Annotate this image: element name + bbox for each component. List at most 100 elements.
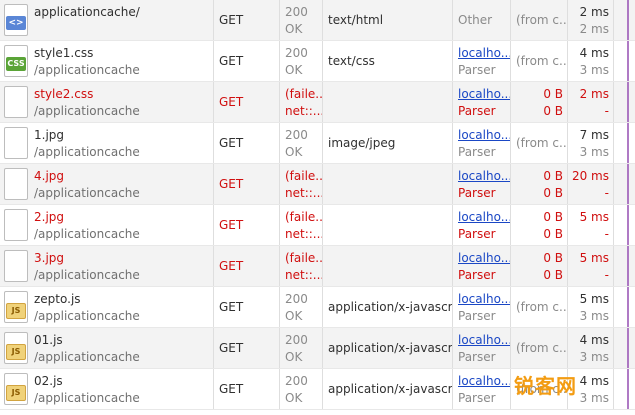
initiator-cell[interactable]: localho... Parser xyxy=(452,246,510,286)
html-file-icon: <> xyxy=(4,4,28,36)
request-row[interactable]: 4.jpg/applicationcache GET (faile...net::.… xyxy=(0,164,635,205)
request-name: applicationcache/ xyxy=(34,5,140,19)
name-cell[interactable]: CSS style1.css/applicationcache xyxy=(0,41,213,81)
request-row[interactable]: 3.jpg/applicationcache GET (faile...net::.… xyxy=(0,246,635,287)
timeline-marker xyxy=(627,0,629,40)
js-file-icon: JS xyxy=(4,332,28,364)
request-method: GET xyxy=(219,136,244,150)
method-cell: GET xyxy=(213,287,279,327)
network-request-table: <> applicationcache/GET 200 OK text/html Othe… xyxy=(0,0,635,410)
time-cell: 20 ms - xyxy=(567,164,613,204)
initiator-link[interactable]: localho... xyxy=(458,87,510,101)
status-text: net::... xyxy=(285,104,322,118)
status-text: OK xyxy=(285,350,303,364)
request-method: GET xyxy=(219,177,244,191)
time-total: 2 ms xyxy=(579,5,609,19)
type-cell xyxy=(322,164,452,204)
timeline-cell xyxy=(613,287,635,327)
initiator-link[interactable]: localho... xyxy=(458,333,510,347)
timeline-marker xyxy=(627,328,629,368)
request-method: GET xyxy=(219,341,244,355)
mime-type: image/jpeg xyxy=(328,136,396,150)
size-transferred: 0 B xyxy=(543,87,563,101)
status-cell: 200 OK xyxy=(279,41,322,81)
initiator-link[interactable]: localho... xyxy=(458,210,510,224)
initiator-cell[interactable]: localho... Parser xyxy=(452,123,510,163)
timeline-cell xyxy=(613,123,635,163)
name-cell[interactable]: 1.jpg/applicationcache xyxy=(0,123,213,163)
status-cell: (faile...net::... xyxy=(279,246,322,286)
size-cell: (from c... xyxy=(510,0,567,40)
name-cell[interactable]: JS zepto.js/applicationcache xyxy=(0,287,213,327)
blank-file-icon xyxy=(4,86,28,118)
initiator-link[interactable]: localho... xyxy=(458,169,510,183)
request-row[interactable]: JS 01.js/applicationcache GET 200 OK applicat… xyxy=(0,328,635,369)
type-cell: application/x-javascri... xyxy=(322,328,452,368)
request-path: /applicationcache xyxy=(34,186,140,200)
name-cell[interactable]: 2.jpg/applicationcache xyxy=(0,205,213,245)
status-code: 200 xyxy=(285,128,308,142)
initiator-cell[interactable]: localho... Parser xyxy=(452,328,510,368)
size-transferred: (from c... xyxy=(516,300,567,314)
initiator-type: Other xyxy=(458,13,493,27)
type-cell xyxy=(322,82,452,122)
size-cell: 0 B0 B xyxy=(510,82,567,122)
name-cell[interactable]: JS 02.js/applicationcache xyxy=(0,369,213,409)
initiator-link[interactable]: localho... xyxy=(458,251,510,265)
status-code: 200 xyxy=(285,333,308,347)
time-cell: 2 ms - xyxy=(567,82,613,122)
timeline-cell xyxy=(613,328,635,368)
mime-type: text/css xyxy=(328,54,375,68)
request-name: 2.jpg xyxy=(34,210,65,224)
time-latency: 3 ms xyxy=(579,350,609,364)
timeline-cell xyxy=(613,41,635,81)
size-content: 0 B xyxy=(543,268,563,282)
size-content: 0 B xyxy=(543,227,563,241)
name-cell[interactable]: 3.jpg/applicationcache xyxy=(0,246,213,286)
timeline-cell xyxy=(613,0,635,40)
initiator-type: Parser xyxy=(458,186,496,200)
name-cell[interactable]: style2.css/applicationcache xyxy=(0,82,213,122)
status-code: 200 xyxy=(285,46,308,60)
request-path: /applicationcache xyxy=(34,350,140,364)
time-latency: 3 ms xyxy=(579,63,609,77)
size-cell: 0 B0 B xyxy=(510,246,567,286)
request-row[interactable]: 2.jpg/applicationcache GET (faile...net::.… xyxy=(0,205,635,246)
initiator-link[interactable]: localho... xyxy=(458,128,510,142)
request-row[interactable]: <> applicationcache/GET 200 OK text/html Othe… xyxy=(0,0,635,41)
name-cell[interactable]: JS 01.js/applicationcache xyxy=(0,328,213,368)
initiator-link[interactable]: localho... xyxy=(458,374,510,388)
css-file-icon: CSS xyxy=(4,45,28,77)
initiator-cell[interactable]: localho... Parser xyxy=(452,164,510,204)
status-code: (faile... xyxy=(285,169,322,183)
request-path: /applicationcache xyxy=(34,309,140,323)
size-content: 0 B xyxy=(543,104,563,118)
request-row[interactable]: 1.jpg/applicationcache GET 200 OK image/jpeg… xyxy=(0,123,635,164)
method-cell: GET xyxy=(213,164,279,204)
blank-file-icon xyxy=(4,168,28,200)
initiator-cell[interactable]: localho... Parser xyxy=(452,205,510,245)
initiator-cell[interactable]: localho... Parser xyxy=(452,41,510,81)
initiator-cell[interactable]: localho... Parser xyxy=(452,287,510,327)
timeline-marker xyxy=(627,246,629,286)
method-cell: GET xyxy=(213,369,279,409)
initiator-cell[interactable]: localho... Parser xyxy=(452,82,510,122)
name-cell[interactable]: <> applicationcache/ xyxy=(0,0,213,40)
initiator-cell[interactable]: localho... Parser xyxy=(452,369,510,409)
timeline-marker xyxy=(627,164,629,204)
request-method: GET xyxy=(219,300,244,314)
request-row[interactable]: JS zepto.js/applicationcache GET 200 OK appli… xyxy=(0,287,635,328)
js-file-icon: JS xyxy=(4,373,28,405)
status-code: 200 xyxy=(285,292,308,306)
size-transferred: (from c... xyxy=(516,136,567,150)
initiator-link[interactable]: localho... xyxy=(458,46,510,60)
size-transferred: (from c... xyxy=(516,341,567,355)
request-row[interactable]: CSS style1.css/applicationcache GET 200 OK te… xyxy=(0,41,635,82)
timeline-cell xyxy=(613,205,635,245)
request-row[interactable]: style2.css/applicationcacheGET(faile...n… xyxy=(0,82,635,123)
time-total: 5 ms xyxy=(579,210,609,224)
size-cell: 0 B0 B xyxy=(510,205,567,245)
size-cell: (from c... xyxy=(510,287,567,327)
name-cell[interactable]: 4.jpg/applicationcache xyxy=(0,164,213,204)
initiator-link[interactable]: localho... xyxy=(458,292,510,306)
